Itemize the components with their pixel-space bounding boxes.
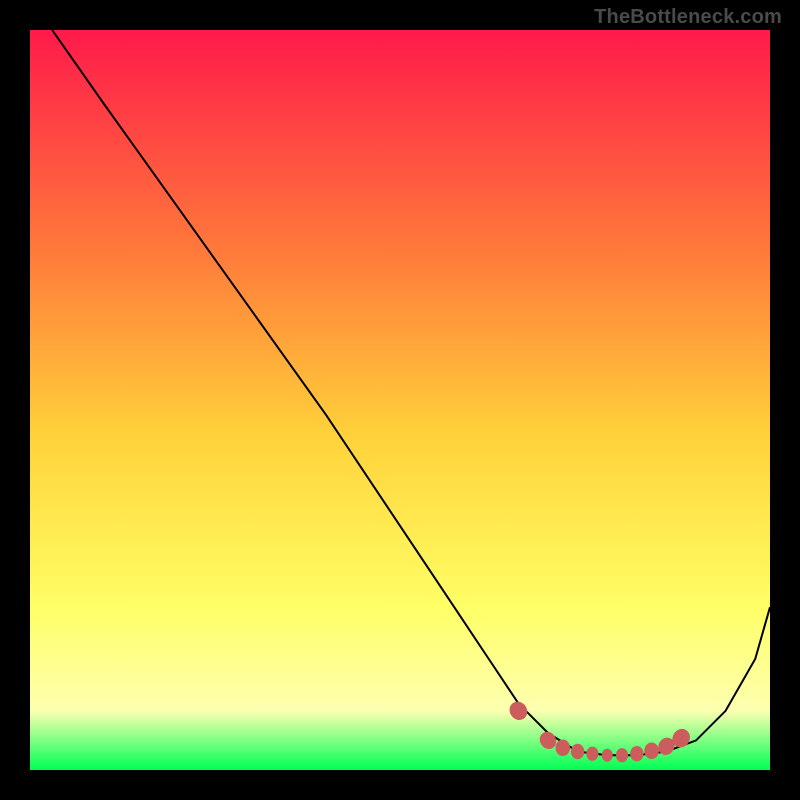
chart-container: TheBottleneck.com <box>0 0 800 800</box>
curve-marker <box>631 747 643 761</box>
watermark-text: TheBottleneck.com <box>594 6 782 29</box>
plot-area <box>30 30 770 770</box>
curve-marker <box>556 740 570 756</box>
curve-marker <box>571 744 583 758</box>
curve-marker <box>587 747 598 760</box>
curve-marker <box>616 749 627 762</box>
gradient-background <box>30 30 770 770</box>
curve-marker <box>645 743 659 759</box>
curve-marker <box>602 749 612 761</box>
chart-svg <box>30 30 770 770</box>
